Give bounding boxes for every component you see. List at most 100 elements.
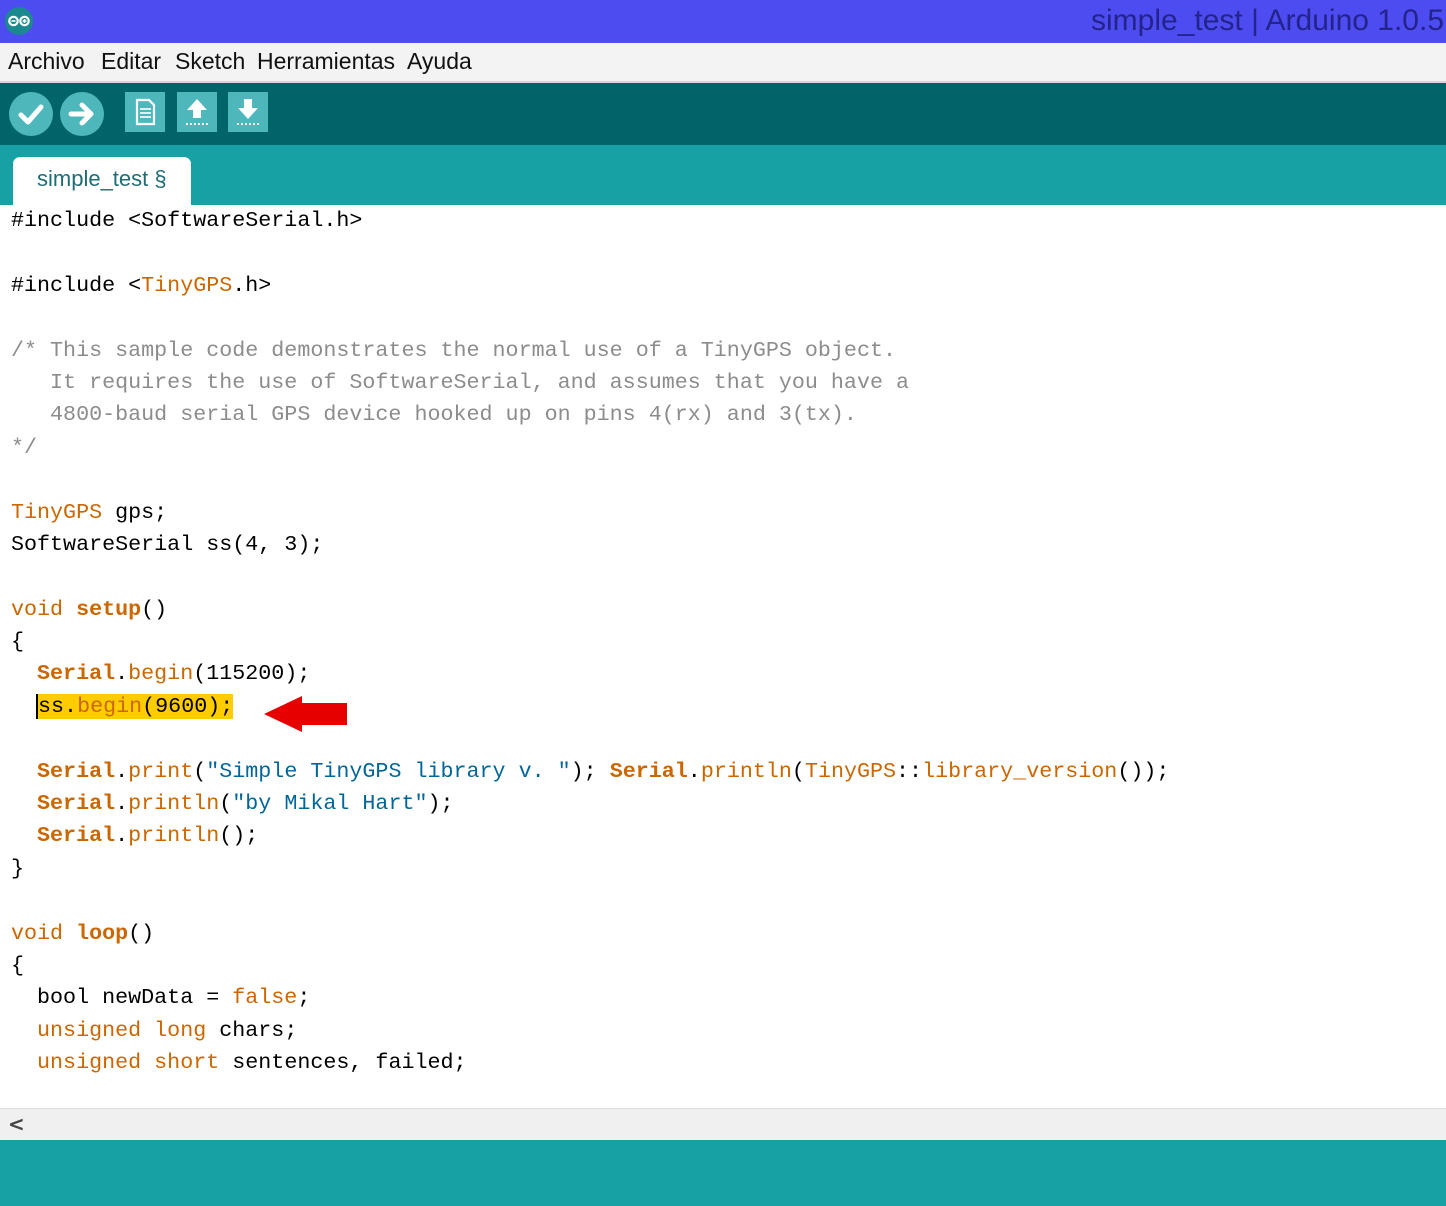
tab-bar: simple_test § [0,145,1446,205]
code-line[interactable]: Serial.println(); [11,820,1169,852]
code-token: loop [76,920,129,946]
code-token: /* This sample code demonstrates the nor… [11,337,896,363]
code-line[interactable]: ss.begin(9600); [11,691,1169,723]
horizontal-scrollbar[interactable]: < [0,1108,1446,1140]
code-token: unsigned [37,1050,142,1076]
code-token: bool newData = [11,985,233,1011]
code-line[interactable]: TinyGPS gps; [11,497,1169,529]
code-line[interactable]: void loop() [11,918,1169,950]
code-token: It requires the use of SoftwareSerial, a… [11,369,910,395]
menu-ayuda[interactable]: Ayuda [407,48,472,75]
code-token: SoftwareSerial ss(4, 3); [11,531,324,557]
code-line[interactable]: { [11,950,1169,982]
menu-herramientas[interactable]: Herramientas [257,48,395,75]
code-line[interactable]: void setup() [11,594,1169,626]
red-arrow-icon [264,696,347,732]
upload-button[interactable] [60,92,104,136]
arrow-down-icon [237,99,259,125]
code-token: TinyGPS [11,499,103,525]
title-bar: simple_test | Arduino 1.0.5 [0,0,1446,43]
code-line[interactable]: unsigned long chars; [11,1015,1169,1047]
code-line[interactable]: ​ [11,302,1169,334]
code-token: . [115,791,129,817]
code-token: { [11,629,25,655]
code-text[interactable]: #include <SoftwareSerial.h>​#include <Ti… [11,205,1169,1080]
code-line[interactable]: /* This sample code demonstrates the nor… [11,335,1169,367]
code-token: ( [193,758,207,784]
new-button[interactable] [125,92,165,132]
code-token: Serial [37,791,116,817]
code-token: short [154,1050,220,1076]
arduino-infinity-icon[interactable] [4,6,34,36]
tab-simple-test[interactable]: simple_test § [13,157,191,205]
menu-archivo[interactable]: Archivo [8,48,85,75]
code-line[interactable]: #include <SoftwareSerial.h> [11,205,1169,237]
tab-label: simple_test § [37,166,167,191]
code-token: "Simple TinyGPS library v. " [206,758,571,784]
code-line[interactable]: #include <TinyGPS.h> [11,270,1169,302]
code-line[interactable]: unsigned short sentences, failed; [11,1047,1169,1079]
code-editor[interactable]: #include <SoftwareSerial.h>​#include <Ti… [0,205,1446,1108]
code-line[interactable]: } [11,853,1169,885]
arrow-up-icon [186,99,208,125]
menu-sketch[interactable]: Sketch [175,48,245,75]
code-line[interactable]: SoftwareSerial ss(4, 3); [11,529,1169,561]
code-token: () [128,920,155,946]
open-button[interactable] [177,92,217,132]
menu-editar[interactable]: Editar [101,48,161,75]
window-title: simple_test | Arduino 1.0.5 [1091,4,1444,37]
menu-bar: Archivo Editar Sketch Herramientas Ayuda [0,43,1446,83]
code-token: ( [791,758,805,784]
code-token: Serial [37,823,116,849]
code-token: . [115,823,129,849]
scroll-left-icon[interactable]: < [8,1112,25,1136]
code-token: Serial [37,758,116,784]
verify-button[interactable] [9,92,53,136]
code-token: . [115,758,129,784]
code-line[interactable]: ​ [11,723,1169,755]
code-token: begin [128,661,194,687]
code-token: println [128,823,220,849]
code-token: . [687,758,701,784]
code-line[interactable]: Serial.println("by Mikal Hart"); [11,788,1169,820]
code-token: ); [570,758,610,784]
code-token: { [11,952,25,978]
code-token: (115200); [193,661,311,687]
code-token: Serial [609,758,688,784]
code-token: sentences, failed; [219,1050,467,1076]
code-token: ()); [1117,758,1170,784]
code-token: 4800-baud serial GPS device hooked up on… [11,402,857,428]
code-line[interactable]: bool newData = false; [11,982,1169,1014]
code-line[interactable]: { [11,626,1169,658]
code-line[interactable]: ​ [11,237,1169,269]
code-line[interactable]: ​ [11,464,1169,496]
code-token: library_version [922,758,1118,784]
code-token: false [232,985,298,1011]
code-line[interactable]: ​ [11,561,1169,593]
code-line[interactable]: 4800-baud serial GPS device hooked up on… [11,399,1169,431]
code-line[interactable]: ​ [11,885,1169,917]
code-token: } [11,855,25,881]
code-token: */ [11,434,38,460]
code-line[interactable]: Serial.print("Simple TinyGPS library v. … [11,756,1169,788]
code-line[interactable]: */ [11,432,1169,464]
save-button[interactable] [228,92,268,132]
code-line[interactable]: Serial.begin(115200); [11,658,1169,690]
code-token: () [141,596,168,622]
code-token: .h> [232,272,272,298]
code-line[interactable]: It requires the use of SoftwareSerial, a… [11,367,1169,399]
arrow-right-icon [68,102,94,126]
code-token: ( [219,791,233,817]
status-bar [0,1140,1446,1206]
code-token: (); [219,823,259,849]
code-token: TinyGPS [141,272,233,298]
